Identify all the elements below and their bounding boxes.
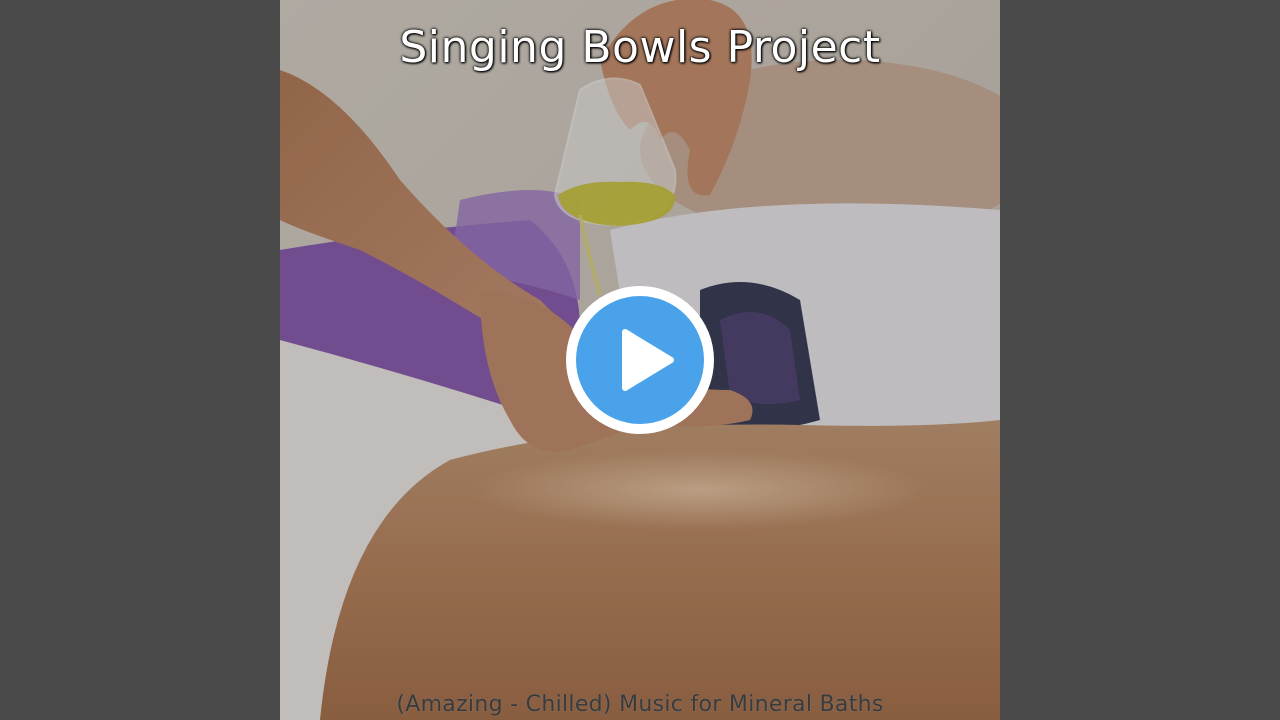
play-button[interactable] bbox=[566, 286, 714, 434]
channel-title: Singing Bowls Project bbox=[399, 22, 881, 73]
track-title: (Amazing - Chilled) Music for Mineral Ba… bbox=[396, 692, 884, 717]
video-player[interactable]: Singing Bowls Project (Amazing - Chilled… bbox=[0, 0, 1280, 720]
play-button-circle[interactable] bbox=[576, 296, 704, 424]
play-icon[interactable] bbox=[576, 296, 704, 424]
